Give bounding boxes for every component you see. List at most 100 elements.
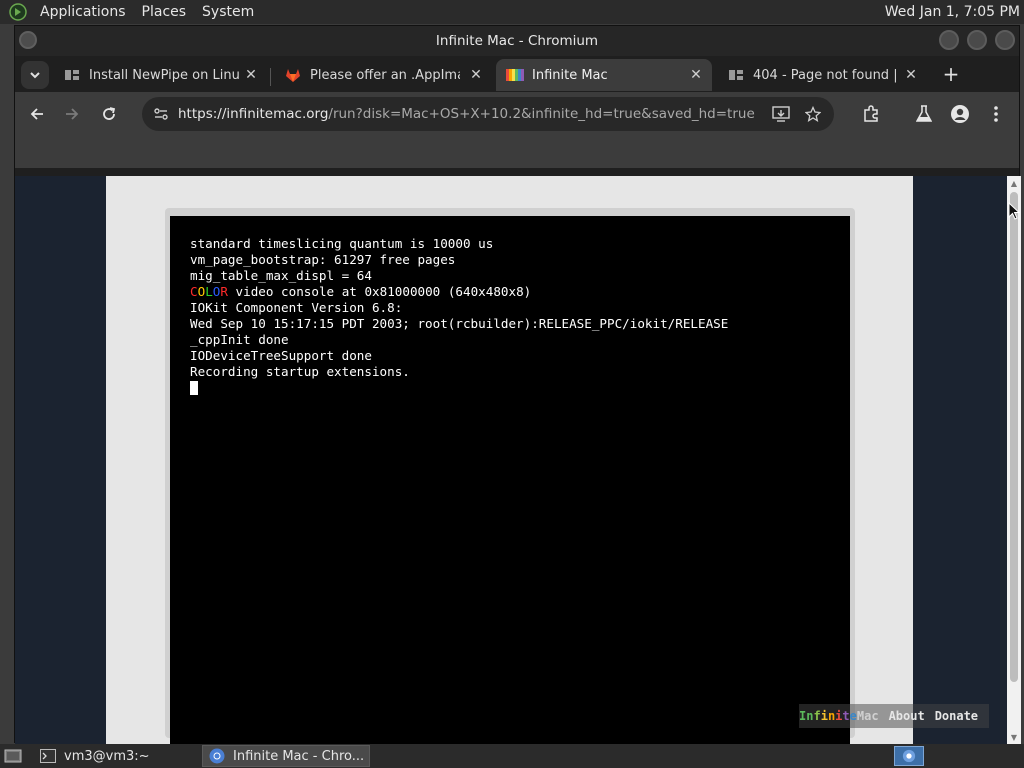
- console-line: Recording startup extensions.: [190, 364, 410, 379]
- reload-button[interactable]: [95, 100, 123, 128]
- address-bar[interactable]: https://infinitemac.org/run?disk=Mac+OS+…: [142, 97, 834, 131]
- page-viewport: standard timeslicing quantum is 10000 us…: [15, 176, 1021, 744]
- forward-button[interactable]: [58, 100, 86, 128]
- window-titlebar[interactable]: Infinite Mac - Chromium: [15, 26, 1019, 56]
- close-window-button[interactable]: [995, 30, 1015, 50]
- color-word-letter: R: [220, 284, 228, 299]
- extensions-button[interactable]: [857, 100, 885, 128]
- tab-please-offer-appimage[interactable]: Please offer an .AppImage ✕: [274, 59, 492, 91]
- puzzle-icon: [864, 105, 878, 122]
- tab-install-newpipe[interactable]: Install NewPipe on Linux | ✕: [53, 59, 267, 91]
- url-path: /run?disk=Mac+OS+X+10.2&infinite_hd=true…: [328, 106, 755, 122]
- arrow-left-icon: [30, 108, 43, 120]
- new-tab-button[interactable]: +: [940, 62, 962, 86]
- document-favicon-icon: [727, 66, 745, 84]
- avatar-icon: [951, 105, 969, 123]
- console-line: IOKit Component Version 6.8:: [190, 300, 403, 315]
- color-word-letter: C: [190, 284, 198, 299]
- logo-mac: Mac: [856, 709, 879, 723]
- tab-infinite-mac[interactable]: Infinite Mac ✕: [496, 59, 712, 91]
- close-tab-icon[interactable]: ✕: [243, 67, 259, 83]
- console-line: mig_table_max_displ = 64: [190, 268, 372, 283]
- document-favicon-icon: [63, 66, 81, 84]
- tab-title: Please offer an .AppImage: [310, 67, 460, 83]
- tab-title: 404 - Page not found | Fla: [753, 67, 903, 83]
- url-host: https://infinitemac.org: [178, 106, 329, 122]
- console-line: standard timeslicing quantum is 10000 us: [190, 236, 494, 251]
- top-panel: Applications Places System Wed Jan 1, 7:…: [0, 0, 1024, 24]
- arrow-right-icon: [66, 108, 79, 120]
- console-line: video console at 0x81000000 (640x480x8): [227, 284, 532, 299]
- kebab-menu-icon: [994, 106, 998, 122]
- show-desktop-icon[interactable]: [4, 747, 22, 765]
- donate-link[interactable]: Donate: [935, 709, 978, 723]
- gnome-foot-icon[interactable]: [8, 2, 28, 22]
- url-text[interactable]: https://infinitemac.org/run?disk=Mac+OS+…: [178, 106, 755, 122]
- logo-infinite: Infinite: [799, 709, 857, 723]
- about-link[interactable]: About: [889, 709, 925, 723]
- reload-icon: [103, 107, 116, 120]
- logo-letter: i: [820, 709, 828, 723]
- taskbar-item-chromium[interactable]: Infinite Mac - Chro...: [202, 745, 370, 767]
- page-frame: standard timeslicing quantum is 10000 us…: [106, 176, 989, 744]
- close-tab-icon[interactable]: ✕: [903, 67, 919, 83]
- back-button[interactable]: [23, 100, 51, 128]
- applications-menu[interactable]: Applications: [32, 0, 134, 24]
- color-word-letter: L: [205, 284, 213, 299]
- places-menu[interactable]: Places: [134, 0, 195, 24]
- scroll-down-icon[interactable]: ▼: [1009, 732, 1019, 742]
- tab-404-page-not-found[interactable]: 404 - Page not found | Fla ✕: [717, 59, 927, 91]
- browser-toolbar: https://infinitemac.org/run?disk=Mac+OS+…: [15, 92, 1019, 136]
- mouse-pointer-icon: [1008, 202, 1020, 220]
- window-title: Infinite Mac - Chromium: [435, 33, 599, 49]
- scroll-up-icon[interactable]: ▲: [1009, 178, 1019, 188]
- page-scrollbar[interactable]: ▲ ▼: [1007, 176, 1021, 744]
- chevron-down-icon: [30, 72, 40, 79]
- taskbar-item-terminal[interactable]: vm3@vm3:~: [34, 745, 200, 767]
- bookmark-bar: [15, 136, 1019, 168]
- console-line: IODeviceTreeSupport done: [190, 348, 372, 363]
- color-word-letters: COLOR: [190, 284, 228, 299]
- browser-window: Infinite Mac - Chromium Install NewPipe …: [14, 25, 1021, 744]
- console-line: _cppInit done: [190, 332, 289, 347]
- panel-clock[interactable]: Wed Jan 1, 7:05 PM: [877, 0, 1020, 24]
- tab-strip: Install NewPipe on Linux | ✕ Please offe…: [15, 56, 1019, 92]
- tab-title: Install NewPipe on Linux |: [89, 67, 239, 83]
- logo-letter: t: [842, 709, 850, 723]
- system-menu[interactable]: System: [194, 0, 262, 24]
- flask-icon: [916, 105, 932, 122]
- console-line: Wed Sep 10 15:17:15 PDT 2003; root(rcbui…: [190, 316, 729, 331]
- tab-search-button[interactable]: [21, 61, 49, 89]
- labs-button[interactable]: [910, 100, 938, 128]
- minimize-button[interactable]: [939, 30, 959, 50]
- maximize-button[interactable]: [967, 30, 987, 50]
- chromium-icon: [902, 749, 916, 763]
- terminal-icon: [40, 748, 56, 764]
- logo-letter: e: [849, 709, 857, 723]
- chromium-icon: [209, 748, 225, 764]
- bookmark-star-icon[interactable]: [800, 101, 826, 127]
- workspace-switcher[interactable]: [894, 746, 924, 766]
- infinite-mac-overlay: InfiniteMac About Donate: [799, 704, 989, 728]
- emulator-screen[interactable]: standard timeslicing quantum is 10000 us…: [170, 216, 850, 744]
- install-app-icon[interactable]: [768, 101, 794, 127]
- close-tab-icon[interactable]: ✕: [468, 67, 484, 83]
- menu-button[interactable]: [982, 100, 1010, 128]
- scrollbar-thumb[interactable]: [1010, 192, 1018, 682]
- infinite-mac-logo[interactable]: InfiniteMac: [799, 709, 879, 723]
- taskbar-item-label: Infinite Mac - Chro...: [233, 748, 365, 764]
- color-word: COLOR: [190, 284, 228, 299]
- window-menu-icon[interactable]: [19, 31, 37, 49]
- site-info-icon[interactable]: [148, 101, 174, 127]
- profile-button[interactable]: [946, 100, 974, 128]
- logo-letter: f: [813, 709, 821, 723]
- taskbar-item-label: vm3@vm3:~: [64, 748, 150, 764]
- tab-title: Infinite Mac: [532, 67, 608, 83]
- gitlab-favicon-icon: [284, 66, 302, 84]
- text-cursor: [190, 381, 198, 395]
- bottom-panel: vm3@vm3:~ Infinite Mac - Chro...: [0, 744, 1024, 768]
- infinite-mac-favicon-icon: [506, 66, 524, 84]
- boot-console: standard timeslicing quantum is 10000 us…: [190, 236, 728, 396]
- console-line: vm_page_bootstrap: 61297 free pages: [190, 252, 456, 267]
- close-tab-icon[interactable]: ✕: [688, 67, 704, 83]
